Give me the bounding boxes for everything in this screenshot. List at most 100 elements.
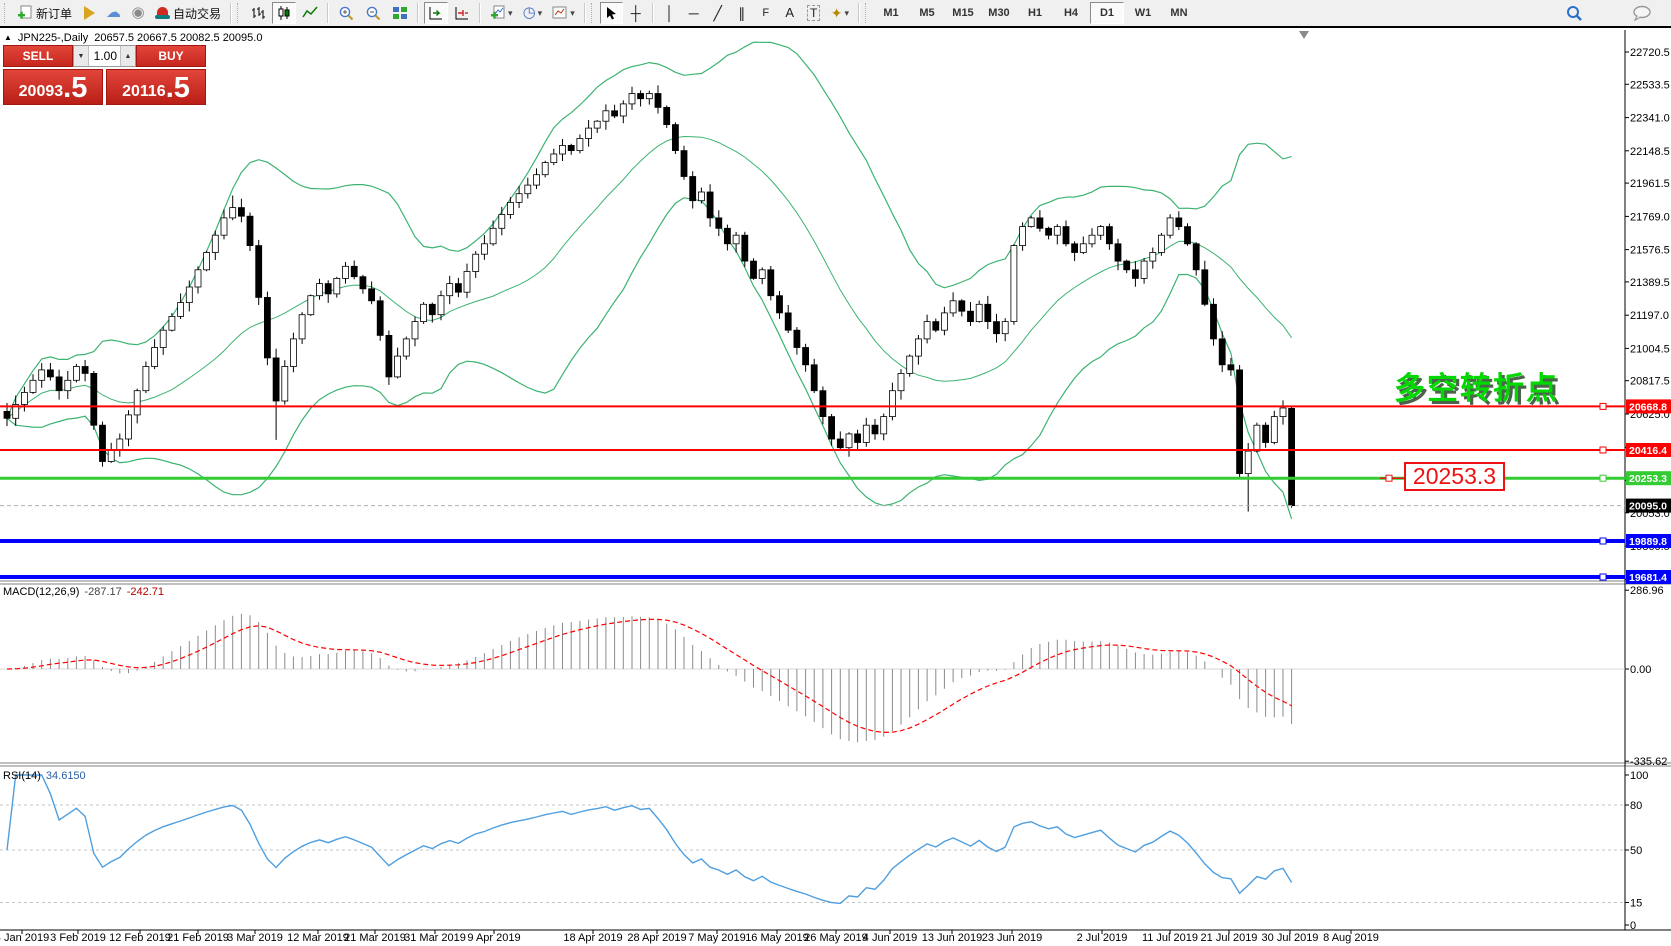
svg-text:3 Feb 2019: 3 Feb 2019 bbox=[50, 932, 106, 944]
chart-window[interactable]: 22720.522533.522341.022148.521961.521769… bbox=[0, 28, 1671, 946]
shapes-icon: ✦ bbox=[831, 6, 843, 20]
symbol-period-label: JPN225-,Daily bbox=[18, 32, 88, 44]
svg-text:20668.8: 20668.8 bbox=[1629, 401, 1667, 413]
macd-histogram bbox=[7, 614, 1292, 743]
timeframe-button-w1[interactable]: W1 bbox=[1126, 2, 1160, 24]
timeframe-button-h4[interactable]: H4 bbox=[1054, 2, 1088, 24]
text-button[interactable]: A bbox=[779, 2, 801, 24]
vertical-line-icon: │ bbox=[665, 6, 674, 20]
rsi-levels bbox=[0, 805, 1625, 903]
toolbar-separator bbox=[479, 3, 481, 23]
rsi-label: RSI(14) 34.6150 bbox=[3, 770, 86, 782]
zoom-out-button[interactable] bbox=[361, 2, 386, 24]
news-button[interactable]: ◉ bbox=[127, 2, 149, 24]
timeframe-button-d1[interactable]: D1 bbox=[1090, 2, 1124, 24]
svg-text:19681.4: 19681.4 bbox=[1629, 572, 1667, 584]
buy-price: 20116 bbox=[122, 82, 166, 102]
chat-button[interactable] bbox=[1628, 2, 1656, 24]
indicators-button[interactable]: ▾ bbox=[486, 2, 517, 24]
gold-arrow-icon bbox=[84, 6, 95, 20]
trendline-button[interactable]: ╱ bbox=[707, 2, 729, 24]
macd-label: MACD(12,26,9) -287.17 -242.71 bbox=[3, 586, 164, 598]
buy-price-box[interactable]: 20116 .5 bbox=[106, 69, 206, 105]
templates-button[interactable]: ▾ bbox=[548, 2, 579, 24]
mql5-wizard-button[interactable] bbox=[78, 2, 100, 24]
timeframe-button-m30[interactable]: M30 bbox=[982, 2, 1016, 24]
community-button[interactable]: ☁ bbox=[102, 2, 125, 24]
toolbar: 新订单 ☁ ◉ 自动交易 ▾ ◷▾ ▾ ┼ │ ─ ╱ ∥ F A T ✦▾ M… bbox=[0, 0, 1671, 28]
horizontal-lines[interactable] bbox=[0, 403, 1625, 580]
svg-text:80: 80 bbox=[1630, 800, 1642, 812]
auto-scroll-button[interactable] bbox=[424, 2, 448, 24]
svg-text:11 Jul 2019: 11 Jul 2019 bbox=[1142, 932, 1198, 944]
timeframe-group: M1M5M15M30H1H4D1W1MN bbox=[873, 2, 1197, 24]
autotrading-icon bbox=[155, 7, 170, 20]
new-order-button[interactable]: 新订单 bbox=[13, 2, 76, 24]
channel-button[interactable]: ∥ bbox=[731, 2, 753, 24]
turning-point-annotation[interactable]: 多空转折点 bbox=[1394, 363, 1559, 408]
svg-text:15: 15 bbox=[1630, 898, 1642, 910]
svg-text:21197.0: 21197.0 bbox=[1630, 310, 1669, 322]
fibonacci-button[interactable]: F bbox=[755, 2, 777, 24]
price-note-handle bbox=[1386, 475, 1392, 481]
timeframe-button-m1[interactable]: M1 bbox=[874, 2, 908, 24]
price-note-annotation[interactable]: 20253.3 bbox=[1404, 462, 1505, 491]
timeframe-button-h1[interactable]: H1 bbox=[1018, 2, 1052, 24]
crosshair-button[interactable]: ┼ bbox=[625, 2, 647, 24]
vertical-line-button[interactable]: │ bbox=[659, 2, 681, 24]
line-chart-button[interactable] bbox=[298, 2, 322, 24]
svg-text:21 Feb 2019: 21 Feb 2019 bbox=[167, 932, 229, 944]
chart-shift-button[interactable] bbox=[450, 2, 474, 24]
horizontal-line-button[interactable]: ─ bbox=[683, 2, 705, 24]
svg-text:21961.5: 21961.5 bbox=[1630, 178, 1670, 190]
timeframe-button-mn[interactable]: MN bbox=[1162, 2, 1196, 24]
toolbar-separator bbox=[230, 3, 232, 23]
toolbar-separator bbox=[417, 3, 419, 23]
volume-decrease-button[interactable]: ▼ bbox=[74, 46, 89, 66]
svg-text:16 May 2019: 16 May 2019 bbox=[745, 932, 809, 944]
autotrading-button[interactable]: 自动交易 bbox=[151, 2, 225, 24]
svg-text:20095.0: 20095.0 bbox=[1629, 501, 1667, 513]
zoom-in-button[interactable] bbox=[334, 2, 359, 24]
date-axis[interactable]: 4 Jan 20193 Feb 201912 Feb 201921 Feb 20… bbox=[0, 930, 1379, 944]
periods-button[interactable]: ◷▾ bbox=[519, 2, 547, 24]
macd-name: MACD(12,26,9) bbox=[3, 586, 79, 598]
svg-text:8 Aug 2019: 8 Aug 2019 bbox=[1323, 932, 1379, 944]
svg-text:28 Apr 2019: 28 Apr 2019 bbox=[627, 932, 686, 944]
svg-text:0: 0 bbox=[1630, 920, 1636, 932]
timeframe-button-m5[interactable]: M5 bbox=[910, 2, 944, 24]
horizontal-line-icon: ─ bbox=[689, 6, 699, 20]
candlestick-icon bbox=[276, 5, 292, 21]
dropdown-arrow-icon: ▾ bbox=[508, 8, 513, 19]
dropdown-arrow-icon: ▾ bbox=[844, 8, 849, 19]
cursor-button[interactable] bbox=[600, 2, 623, 24]
hline-handle bbox=[1600, 403, 1606, 409]
rsi-line bbox=[7, 775, 1292, 903]
timeframe-button-m15[interactable]: M15 bbox=[946, 2, 980, 24]
arrows-button[interactable]: ✦▾ bbox=[827, 2, 853, 24]
toolbar-grip bbox=[591, 3, 596, 23]
svg-text:30 Jul 2019: 30 Jul 2019 bbox=[1262, 932, 1319, 944]
volume-increase-button[interactable]: ▲ bbox=[120, 46, 135, 66]
panel-separators[interactable] bbox=[0, 581, 1671, 930]
buy-button[interactable]: BUY bbox=[136, 45, 206, 67]
text-label-button[interactable]: T bbox=[803, 2, 825, 24]
volume-input[interactable]: 1.00 bbox=[89, 46, 120, 66]
search-button[interactable] bbox=[1561, 2, 1587, 24]
macd-value: -287.17 bbox=[84, 586, 121, 598]
clock-icon: ◷ bbox=[523, 6, 536, 20]
svg-text:50: 50 bbox=[1630, 845, 1642, 857]
zoom-out-icon bbox=[365, 5, 382, 22]
macd-axis: 286.960.00-335.62 bbox=[1625, 585, 1667, 768]
toolbar-grip bbox=[865, 3, 870, 23]
tile-windows-button[interactable] bbox=[388, 2, 412, 24]
sell-button[interactable]: SELL bbox=[3, 45, 73, 67]
chat-icon bbox=[1632, 5, 1652, 21]
candlestick-chart-button[interactable] bbox=[272, 2, 296, 24]
bar-chart-button[interactable] bbox=[246, 2, 270, 24]
macd-signal-value: -242.71 bbox=[127, 586, 164, 598]
hline-handle bbox=[1600, 538, 1606, 544]
toolbar-separator bbox=[652, 3, 654, 23]
chart-shift-marker[interactable] bbox=[1299, 31, 1309, 39]
sell-price-box[interactable]: 20093 .5 bbox=[3, 69, 103, 105]
